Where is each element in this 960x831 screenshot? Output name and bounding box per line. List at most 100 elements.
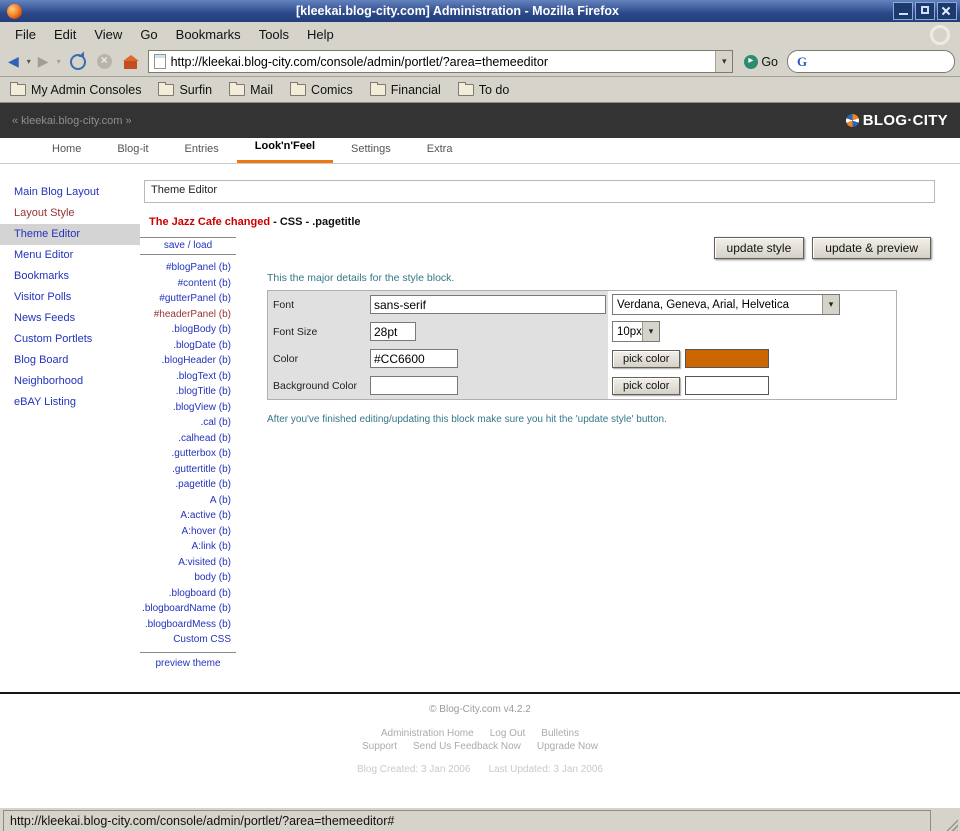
- css-selector-item[interactable]: .blogText (b): [140, 369, 236, 385]
- tab-blog-it[interactable]: Blog-it: [99, 139, 166, 163]
- forward-button[interactable]: [35, 50, 52, 74]
- bookmark-my-admin-consoles[interactable]: My Admin Consoles: [10, 83, 141, 97]
- pick-color-button[interactable]: pick color: [612, 350, 680, 368]
- url-history-dropdown[interactable]: [715, 51, 732, 72]
- footer-link-support[interactable]: Support: [362, 740, 397, 753]
- css-selector-link[interactable]: A:hover (b): [182, 526, 231, 537]
- home-button[interactable]: [118, 50, 143, 74]
- footer-link-bulletins[interactable]: Bulletins: [541, 727, 579, 740]
- menu-edit[interactable]: Edit: [45, 24, 85, 45]
- sidebar-item-layout-style[interactable]: Layout Style: [0, 203, 140, 224]
- footer-link-send-feedback[interactable]: Send Us Feedback Now: [413, 740, 521, 753]
- pick-background-color-button[interactable]: pick color: [612, 377, 680, 395]
- css-selector-link[interactable]: A:link (b): [192, 541, 231, 552]
- css-selector-item[interactable]: A:visited (b): [140, 555, 236, 571]
- css-selector-link[interactable]: .gutterbox (b): [172, 448, 231, 459]
- css-selector-item[interactable]: #content (b): [140, 276, 236, 292]
- css-selector-link[interactable]: #blogPanel (b): [166, 262, 231, 273]
- tab-extra[interactable]: Extra: [409, 139, 471, 163]
- css-selector-link[interactable]: .blogDate (b): [173, 340, 231, 351]
- css-selector-link[interactable]: .pagetitle (b): [175, 479, 231, 490]
- css-selector-item[interactable]: #blogPanel (b): [140, 260, 236, 276]
- css-selector-link[interactable]: A:visited (b): [178, 557, 231, 568]
- css-selector-link[interactable]: .blogboard (b): [169, 588, 231, 599]
- css-selector-link[interactable]: .cal (b): [200, 417, 231, 428]
- menu-go[interactable]: Go: [131, 24, 166, 45]
- css-selector-item[interactable]: .guttertitle (b): [140, 462, 236, 478]
- blog-city-logo[interactable]: BLOG·CITY: [846, 112, 948, 129]
- tab-look-n-feel[interactable]: Look'n'Feel: [237, 136, 333, 163]
- bookmark-mail[interactable]: Mail: [229, 83, 273, 97]
- sidebar-item-news-feeds[interactable]: News Feeds: [0, 308, 140, 329]
- bookmark-surfin[interactable]: Surfin: [158, 83, 212, 97]
- background-color-input[interactable]: [370, 376, 458, 395]
- sidebar-item-neighborhood[interactable]: Neighborhood: [0, 371, 140, 392]
- menu-view[interactable]: View: [85, 24, 131, 45]
- color-input[interactable]: [370, 349, 458, 368]
- css-selector-item[interactable]: .cal (b): [140, 415, 236, 431]
- menu-help[interactable]: Help: [298, 24, 343, 45]
- sidebar-item-custom-portlets[interactable]: Custom Portlets: [0, 329, 140, 350]
- css-selector-link[interactable]: body (b): [194, 572, 231, 583]
- sidebar-item-menu-editor[interactable]: Menu Editor: [0, 245, 140, 266]
- font-family-select[interactable]: Verdana, Geneva, Arial, Helvetica: [612, 294, 840, 315]
- css-selector-item[interactable]: .pagetitle (b): [140, 477, 236, 493]
- css-selector-item[interactable]: .blogTitle (b): [140, 384, 236, 400]
- css-selector-item[interactable]: .blogboardName (b): [140, 601, 236, 617]
- footer-link-upgrade-now[interactable]: Upgrade Now: [537, 740, 598, 753]
- close-button[interactable]: [937, 2, 957, 20]
- css-selector-link[interactable]: .blogboardMess (b): [145, 619, 231, 630]
- forward-dropdown[interactable]: [54, 50, 64, 74]
- css-selector-item[interactable]: .blogboardMess (b): [140, 617, 236, 633]
- preview-theme-link[interactable]: preview theme: [155, 658, 220, 669]
- go-button[interactable]: Go: [738, 55, 784, 69]
- css-selector-item[interactable]: .blogDate (b): [140, 338, 236, 354]
- update-style-button[interactable]: update style: [714, 237, 805, 259]
- css-selector-link[interactable]: .blogTitle (b): [176, 386, 231, 397]
- back-button[interactable]: [5, 50, 22, 74]
- css-selector-item[interactable]: .blogHeader (b): [140, 353, 236, 369]
- resize-grip[interactable]: [945, 819, 958, 831]
- css-selector-item[interactable]: .blogboard (b): [140, 586, 236, 602]
- search-input[interactable]: G: [787, 50, 955, 73]
- css-selector-item[interactable]: .blogBody (b): [140, 322, 236, 338]
- css-selector-item[interactable]: #headerPanel (b): [140, 307, 236, 323]
- save-load-link[interactable]: save / load: [164, 240, 212, 251]
- sidebar-item-blog-board[interactable]: Blog Board: [0, 350, 140, 371]
- css-selector-link[interactable]: #gutterPanel (b): [159, 293, 231, 304]
- css-selector-link[interactable]: .blogText (b): [176, 371, 231, 382]
- css-selector-link[interactable]: #content (b): [178, 278, 231, 289]
- stop-button[interactable]: [92, 50, 117, 74]
- css-selector-item[interactable]: A:hover (b): [140, 524, 236, 540]
- css-selector-link[interactable]: .calhead (b): [178, 433, 231, 444]
- footer-link-administration-home[interactable]: Administration Home: [381, 727, 474, 740]
- breadcrumb[interactable]: « kleekai.blog-city.com »: [12, 115, 132, 127]
- maximize-button[interactable]: [915, 2, 935, 20]
- bookmark-to-do[interactable]: To do: [458, 83, 510, 97]
- update-preview-button[interactable]: update & preview: [812, 237, 931, 259]
- css-selector-item[interactable]: .calhead (b): [140, 431, 236, 447]
- font-size-input[interactable]: [370, 322, 416, 341]
- css-selector-item[interactable]: A:link (b): [140, 539, 236, 555]
- css-selector-link[interactable]: .blogboardName (b): [142, 603, 231, 614]
- css-selector-link[interactable]: A (b): [210, 495, 231, 506]
- css-selector-item[interactable]: .blogView (b): [140, 400, 236, 416]
- tab-settings[interactable]: Settings: [333, 139, 409, 163]
- bookmark-comics[interactable]: Comics: [290, 83, 353, 97]
- tab-home[interactable]: Home: [34, 139, 99, 163]
- css-selector-link[interactable]: Custom CSS: [173, 634, 231, 645]
- back-dropdown[interactable]: [24, 50, 34, 74]
- sidebar-item-ebay-listing[interactable]: eBAY Listing: [0, 392, 140, 413]
- tab-entries[interactable]: Entries: [167, 139, 237, 163]
- sidebar-item-bookmarks[interactable]: Bookmarks: [0, 266, 140, 287]
- url-input[interactable]: [171, 53, 716, 70]
- sidebar-item-visitor-polls[interactable]: Visitor Polls: [0, 287, 140, 308]
- css-selector-item[interactable]: A:active (b): [140, 508, 236, 524]
- css-selector-link[interactable]: #headerPanel (b): [154, 309, 231, 320]
- css-selector-link[interactable]: A:active (b): [180, 510, 231, 521]
- css-selector-item[interactable]: body (b): [140, 570, 236, 586]
- css-selector-link[interactable]: .blogView (b): [173, 402, 231, 413]
- css-selector-link[interactable]: .blogHeader (b): [162, 355, 231, 366]
- css-selector-item[interactable]: A (b): [140, 493, 236, 509]
- menu-file[interactable]: File: [6, 24, 45, 45]
